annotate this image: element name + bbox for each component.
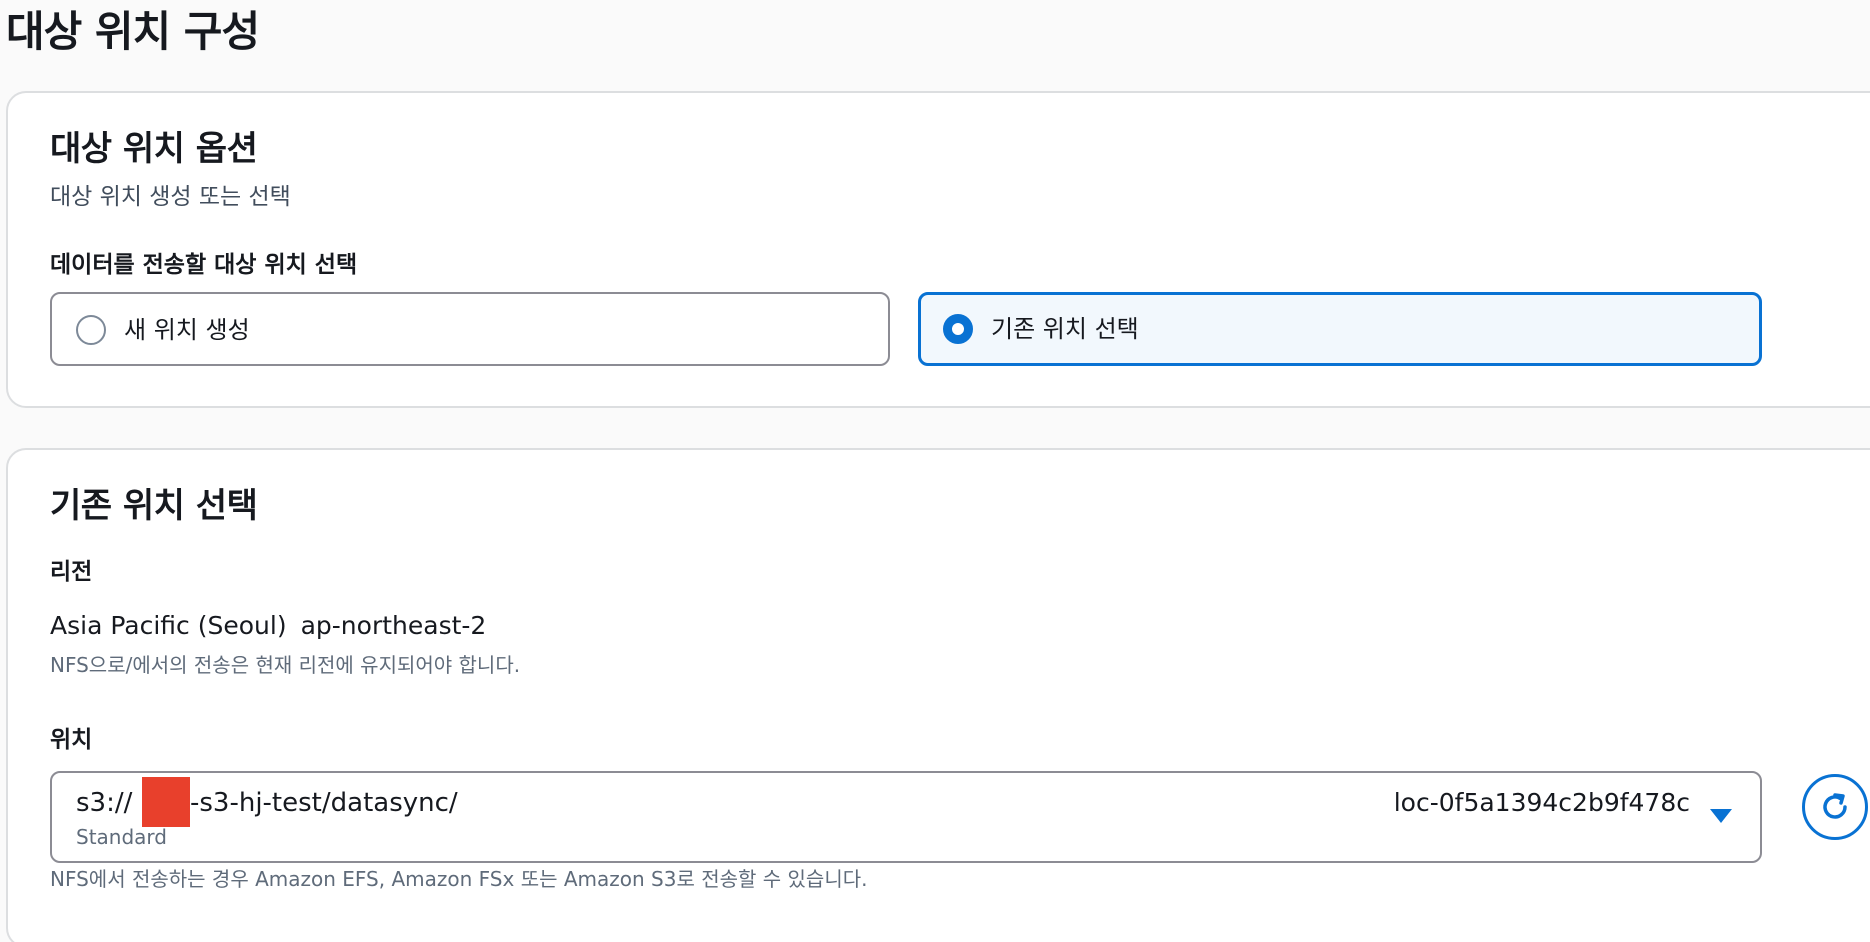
redaction-block: [142, 777, 190, 827]
page: 대상 위치 구성 대상 위치 옵션 대상 위치 생성 또는 선택 데이터를 전송…: [0, 0, 1870, 942]
location-path-suffix: -s3-hj-test/datasync/: [190, 788, 458, 818]
destination-options-panel: 대상 위치 옵션 대상 위치 생성 또는 선택 데이터를 전송할 대상 위치 선…: [6, 91, 1870, 408]
caret-down-icon[interactable]: [1710, 809, 1732, 823]
radio-tile-choose-existing-location[interactable]: 기존 위치 선택: [918, 292, 1762, 366]
field-label: 데이터를 전송할 대상 위치 선택: [50, 252, 358, 278]
refresh-button[interactable]: [1802, 774, 1868, 840]
location-select[interactable]: s3:// -s3-hj-test/datasync/ Standard loc…: [50, 771, 1762, 863]
region-hint: NFS으로/에서의 전송은 현재 리전에 유지되어야 합니다.: [50, 653, 521, 677]
existing-location-panel: 기존 위치 선택 리전 Asia Pacific (Seoul) ap-north…: [6, 448, 1870, 942]
location-path-prefix: s3://: [76, 788, 133, 818]
panel-heading: 기존 위치 선택: [50, 486, 258, 526]
location-hint: NFS에서 전송하는 경우 Amazon EFS, Amazon FSx 또는 …: [50, 867, 868, 891]
radio-label: 새 위치 생성: [124, 316, 250, 344]
panel-heading: 대상 위치 옵션: [50, 129, 258, 169]
location-label: 위치: [50, 727, 93, 753]
radio-button-selected[interactable]: [943, 314, 973, 344]
radio-tile-create-new-location[interactable]: 새 위치 생성: [50, 292, 890, 366]
panel-description: 대상 위치 생성 또는 선택: [50, 184, 291, 210]
location-id: loc-0f5a1394c2b9f478c: [1393, 788, 1690, 817]
region-value: Asia Pacific (Seoul) ap-northeast-2: [50, 608, 486, 644]
radio-label: 기존 위치 선택: [991, 315, 1139, 343]
page-title: 대상 위치 구성: [6, 7, 260, 56]
region-name: Asia Pacific (Seoul): [50, 611, 287, 640]
refresh-icon: [1823, 793, 1847, 819]
region-code: ap-northeast-2: [300, 611, 487, 640]
storage-class: Standard: [76, 825, 167, 849]
radio-button[interactable]: [76, 315, 106, 345]
region-label: 리전: [50, 559, 93, 585]
